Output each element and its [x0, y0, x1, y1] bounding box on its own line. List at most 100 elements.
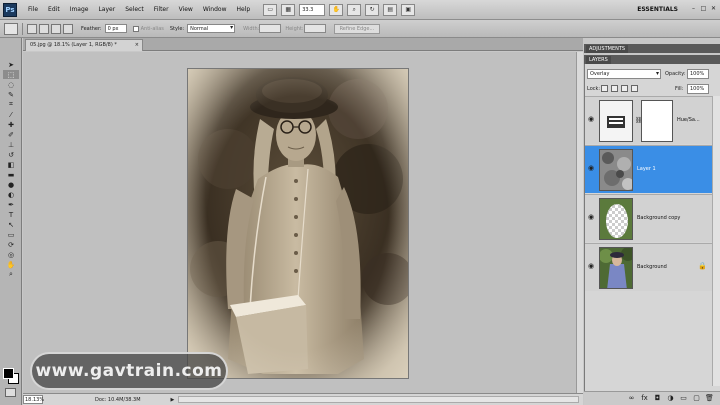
menu-view[interactable]: View: [174, 0, 198, 20]
add-selection-icon[interactable]: [39, 23, 49, 34]
lock-position-icon[interactable]: [621, 85, 628, 92]
status-menu-arrow-icon[interactable]: ▶: [171, 397, 175, 403]
layer-name: Layer 1: [637, 166, 656, 172]
add-mask-icon[interactable]: ◘: [653, 394, 662, 403]
new-selection-icon[interactable]: [27, 23, 37, 34]
layers-panel-footer: ∞ fx ◘ ◑ ▭ ▢ 🗑: [584, 391, 720, 405]
menu-window[interactable]: Window: [198, 0, 232, 20]
fill-input[interactable]: 100%: [687, 84, 709, 94]
3d-rotate-tool-icon[interactable]: ⟳: [3, 240, 19, 249]
crop-tool-icon[interactable]: ⌗: [3, 100, 19, 109]
maximize-icon[interactable]: □: [700, 5, 707, 12]
marquee-tool-icon[interactable]: ⬚: [3, 70, 19, 79]
lasso-tool-icon[interactable]: ◌: [3, 80, 19, 89]
history-brush-tool-icon[interactable]: ↺: [3, 150, 19, 159]
menu-edit[interactable]: Edit: [43, 0, 65, 20]
gradient-tool-icon[interactable]: ▬: [3, 170, 19, 179]
dodge-tool-icon[interactable]: ◐: [3, 190, 19, 199]
close-document-icon[interactable]: ×: [135, 40, 139, 51]
layer-row-background[interactable]: ◉ Background 🔒: [585, 243, 713, 291]
menu-file[interactable]: File: [23, 0, 43, 20]
document-tab[interactable]: 05.jpg @ 18.1% (Layer 1, RGB/8) * ×: [25, 39, 143, 51]
divider: [22, 22, 23, 35]
refine-edge-button[interactable]: Refine Edge...: [333, 23, 381, 34]
adjustment-layer-icon[interactable]: ◑: [666, 394, 675, 403]
quick-mask-icon[interactable]: [5, 388, 16, 397]
quick-selection-tool-icon[interactable]: ✎: [3, 90, 19, 99]
layer-style-icon[interactable]: fx: [640, 394, 649, 403]
new-layer-icon[interactable]: ▢: [692, 394, 701, 403]
menu-help[interactable]: Help: [232, 0, 256, 20]
eyedropper-tool-icon[interactable]: ⁄: [3, 110, 19, 119]
anti-alias-checkbox[interactable]: [132, 25, 139, 32]
layer-mask-thumbnail[interactable]: [641, 100, 673, 142]
close-icon[interactable]: ✕: [710, 5, 717, 12]
menu-layer[interactable]: Layer: [93, 0, 120, 20]
blend-mode-select[interactable]: Overlay: [587, 69, 661, 79]
subtract-selection-icon[interactable]: [51, 23, 61, 34]
zoom-level-field[interactable]: 33.3: [299, 3, 326, 16]
photoshop-logo: Ps: [3, 2, 17, 17]
link-layers-icon[interactable]: ∞: [627, 394, 636, 403]
photo-canvas[interactable]: [188, 69, 408, 378]
shape-tool-icon[interactable]: ▭: [3, 230, 19, 239]
menu-select[interactable]: Select: [120, 0, 149, 20]
healing-brush-tool-icon[interactable]: ✚: [3, 120, 19, 129]
type-tool-icon[interactable]: T: [3, 210, 19, 219]
menu-filter[interactable]: Filter: [149, 0, 174, 20]
menu-image[interactable]: Image: [65, 0, 94, 20]
foreground-color-swatch[interactable]: [3, 368, 14, 379]
pen-tool-icon[interactable]: ✒: [3, 200, 19, 209]
photo-thumbnail: [599, 247, 633, 289]
layer-row-background-copy[interactable]: ◉ Background copy: [585, 194, 713, 242]
tab-layers[interactable]: LAYERS: [586, 56, 611, 64]
hue-saturation-icon: [607, 116, 625, 128]
zoom-tool-icon[interactable]: ⌕: [3, 270, 19, 279]
width-input[interactable]: [259, 24, 282, 33]
bridge-icon[interactable]: ▭: [263, 3, 278, 16]
adjustments-panel-header: ADJUSTMENTS: [584, 44, 720, 53]
tool-preset-picker[interactable]: [4, 22, 18, 35]
hand-tool-icon[interactable]: ✋: [3, 260, 19, 269]
intersect-selection-icon[interactable]: [63, 23, 73, 34]
eraser-tool-icon[interactable]: ◧: [3, 160, 19, 169]
options-bar: Feather: 0 px Anti-alias Style: Normal W…: [0, 20, 720, 38]
status-bar: 18.13% Doc: 10.4M/38.3M ▶: [23, 393, 583, 405]
view-extras-icon[interactable]: ▦: [281, 3, 296, 16]
hand-tool-icon[interactable]: ✋: [329, 3, 344, 16]
tab-adjustments[interactable]: ADJUSTMENTS: [586, 45, 629, 53]
vertical-scrollbar[interactable]: [576, 52, 583, 393]
rotate-view-icon[interactable]: ↻: [365, 3, 380, 16]
blur-tool-icon[interactable]: ●: [3, 180, 19, 189]
visibility-eye-icon[interactable]: ◉: [588, 213, 596, 221]
new-group-icon[interactable]: ▭: [679, 394, 688, 403]
path-selection-tool-icon[interactable]: ↖: [3, 220, 19, 229]
clone-stamp-tool-icon[interactable]: ⊥: [3, 140, 19, 149]
layers-scrollbar[interactable]: [712, 96, 720, 386]
workspace-switcher[interactable]: ESSENTIALS: [631, 4, 684, 16]
zoom-tool-icon[interactable]: ⌕: [347, 3, 362, 16]
layer-row-layer-1[interactable]: ◉ Layer 1: [585, 145, 713, 193]
opacity-label: Opacity:: [665, 71, 686, 77]
status-zoom-field[interactable]: 18.13%: [23, 395, 44, 404]
lock-transparent-icon[interactable]: [601, 85, 608, 92]
opacity-input[interactable]: 100%: [687, 69, 709, 79]
lock-all-icon[interactable]: [631, 85, 638, 92]
brush-tool-icon[interactable]: ✐: [3, 130, 19, 139]
screen-mode-icon[interactable]: ▣: [401, 3, 416, 16]
layer-row-hue-saturation[interactable]: ◉ ⛓ Hue/Sa...: [585, 96, 713, 144]
visibility-eye-icon[interactable]: ◉: [588, 164, 596, 172]
3d-orbit-tool-icon[interactable]: ◎: [3, 250, 19, 259]
delete-layer-icon[interactable]: 🗑: [705, 394, 714, 403]
horizontal-scrollbar[interactable]: [178, 396, 579, 403]
window-controls: – □ ✕: [690, 5, 717, 12]
visibility-eye-icon[interactable]: ◉: [588, 262, 596, 270]
lock-image-icon[interactable]: [611, 85, 618, 92]
feather-input[interactable]: 0 px: [104, 24, 127, 33]
style-select[interactable]: Normal: [187, 24, 236, 33]
move-tool-icon[interactable]: ➤: [3, 60, 19, 69]
minimize-icon[interactable]: –: [690, 5, 697, 12]
height-input[interactable]: [303, 24, 326, 33]
arrange-documents-icon[interactable]: ▤: [383, 3, 398, 16]
visibility-eye-icon[interactable]: ◉: [588, 115, 596, 123]
